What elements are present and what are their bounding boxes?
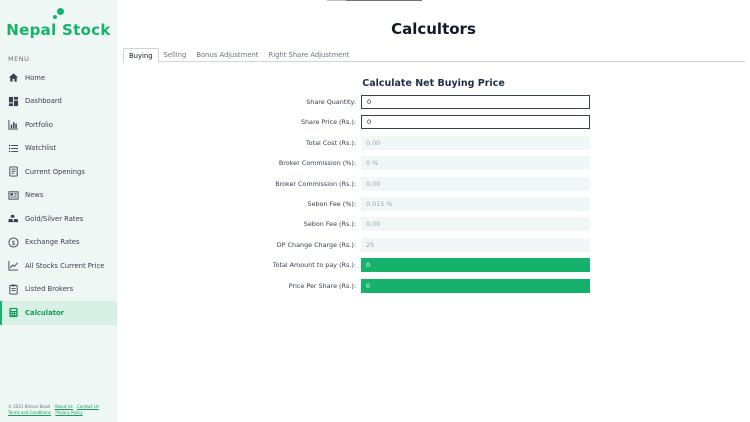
page-title: Calcultors: [391, 20, 476, 38]
sidebar-nav: Home Dashboard Portfolio Watchlist Curre…: [0, 66, 117, 325]
sebon-fee-percent-label: Sebon Fee (%):: [307, 200, 356, 208]
sidebar-item-current-openings[interactable]: Current Openings: [0, 160, 117, 184]
sidebar-item-label: Gold/Silver Rates: [25, 214, 84, 223]
dashboard-icon: [8, 96, 19, 107]
sidebar-item-exchange-rates[interactable]: $ Exchange Rates: [0, 231, 117, 255]
privacy-policy-link[interactable]: Privacy Policy: [55, 410, 82, 415]
total-amount-value: 0: [361, 258, 590, 273]
sidebar-item-label: All Stocks Current Price: [25, 261, 105, 270]
sidebar-item-label: Home: [25, 73, 46, 82]
sebon-fee-percent-value: 0.015 %: [361, 197, 590, 211]
menu-label: MENU: [8, 55, 30, 63]
form-row-share-quantity: Share Quantity: 0: [200, 95, 590, 109]
svg-text:$: $: [11, 239, 15, 247]
sidebar: Nepal Stock MENU Home Dashboard Portfoli…: [0, 0, 117, 422]
tab-selling[interactable]: Selling: [159, 48, 192, 62]
sidebar-item-label: Dashboard: [25, 97, 62, 106]
line-chart-icon: [8, 260, 19, 271]
sidebar-item-label: Watchlist: [25, 144, 57, 153]
sidebar-item-gold-silver-rates[interactable]: Gold/Silver Rates: [0, 207, 117, 231]
sidebar-item-label: Calculator: [25, 308, 64, 317]
sidebar-footer: © 2021 Bhisan Basel About Us Contact Us …: [8, 404, 113, 416]
broker-commission-percent-value: 0 %: [361, 156, 590, 171]
sidebar-item-portfolio[interactable]: Portfolio: [0, 113, 117, 137]
document-icon: [8, 166, 19, 177]
sidebar-item-news[interactable]: News: [0, 184, 117, 208]
form-row-sebon-fee-percent: Sebon Fee (%): 0.015 %: [200, 197, 590, 211]
form-row-share-price: Share Price (Rs.): 0: [200, 115, 590, 130]
sidebar-item-all-stocks-current-price[interactable]: All Stocks Current Price: [0, 254, 117, 278]
price-per-share-value: 0: [361, 278, 590, 293]
share-quantity-input[interactable]: 0: [361, 95, 590, 109]
contact-us-link[interactable]: Contact Us: [77, 404, 99, 409]
sidebar-item-listed-brokers[interactable]: Listed Brokers: [0, 278, 117, 302]
price-per-share-label: Price Per Share (Rs.):: [288, 281, 356, 290]
broker-commission-percent-label: Broker Commission (%):: [278, 159, 356, 168]
calculator-icon: [8, 307, 19, 318]
sidebar-item-label: Exchange Rates: [25, 238, 80, 247]
total-amount-label: Total Amount to pay (Rs.):: [272, 261, 356, 270]
tab-right-share-adjustment[interactable]: Right Share Adjustment: [263, 48, 354, 62]
broker-commission-rs-value: 0.00: [361, 176, 590, 191]
sidebar-item-label: Listed Brokers: [25, 285, 74, 294]
home-icon: [8, 72, 19, 83]
form-row-total-amount: Total Amount to pay (Rs.): 0: [200, 258, 590, 273]
form-row-broker-commission-rs: Broker Commission (Rs.): 0.00: [200, 176, 590, 191]
sidebar-item-home[interactable]: Home: [0, 66, 117, 90]
form-row-price-per-share: Price Per Share (Rs.): 0: [200, 278, 590, 293]
terms-link[interactable]: Terms and Conditions: [8, 410, 51, 415]
brand-logo[interactable]: Nepal Stock: [0, 21, 117, 39]
form-row-dp-change-charge: DP Change Charge (Rs.): 25: [200, 237, 590, 252]
share-price-input[interactable]: 0: [361, 115, 590, 130]
form-title: Calculate Net Buying Price: [362, 78, 505, 89]
tab-bonus-adjustment[interactable]: Bonus Adjustment: [191, 48, 263, 62]
newspaper-icon: [8, 190, 19, 201]
form-row-total-cost: Total Cost (Rs.): 0.00: [200, 135, 590, 150]
dollar-circle-icon: $: [8, 237, 19, 248]
sidebar-item-label: News: [25, 191, 44, 200]
logo-mark: [53, 8, 65, 20]
top-progress-segment: [327, 0, 346, 1]
dp-change-charge-label: DP Change Charge (Rs.):: [276, 240, 356, 249]
sidebar-item-calculator[interactable]: Calculator: [0, 301, 117, 325]
dp-change-charge-value: 25: [361, 237, 590, 252]
broker-commission-rs-label: Broker Commission (Rs.):: [275, 179, 356, 188]
total-cost-value: 0.00: [361, 135, 590, 150]
sebon-fee-rs-value: 0.00: [361, 217, 590, 232]
share-quantity-label: Share Quantity:: [306, 98, 356, 106]
tab-buying[interactable]: Buying: [123, 48, 159, 63]
sidebar-item-dashboard[interactable]: Dashboard: [0, 90, 117, 114]
list-icon: [8, 143, 19, 154]
form-row-sebon-fee-rs: Sebon Fee (Rs.): 0.00: [200, 217, 590, 232]
sidebar-item-label: Current Openings: [25, 167, 85, 176]
total-cost-label: Total Cost (Rs.):: [305, 138, 356, 147]
copyright-text: © 2021 Bhisan Basel: [8, 404, 51, 409]
bar-chart-icon: [8, 119, 19, 130]
gold-bars-icon: [8, 213, 19, 224]
calculator-tabs: Buying Selling Bonus Adjustment Right Sh…: [123, 48, 745, 63]
sidebar-item-label: Portfolio: [25, 120, 53, 129]
clipboard-icon: [8, 284, 19, 295]
form-row-broker-commission-percent: Broker Commission (%): 0 %: [200, 156, 590, 171]
sidebar-item-watchlist[interactable]: Watchlist: [0, 137, 117, 161]
about-us-link[interactable]: About Us: [55, 404, 73, 409]
sebon-fee-rs-label: Sebon Fee (Rs.):: [303, 220, 356, 229]
share-price-label: Share Price (Rs.):: [300, 118, 356, 127]
top-progress-track: [346, 0, 422, 1]
